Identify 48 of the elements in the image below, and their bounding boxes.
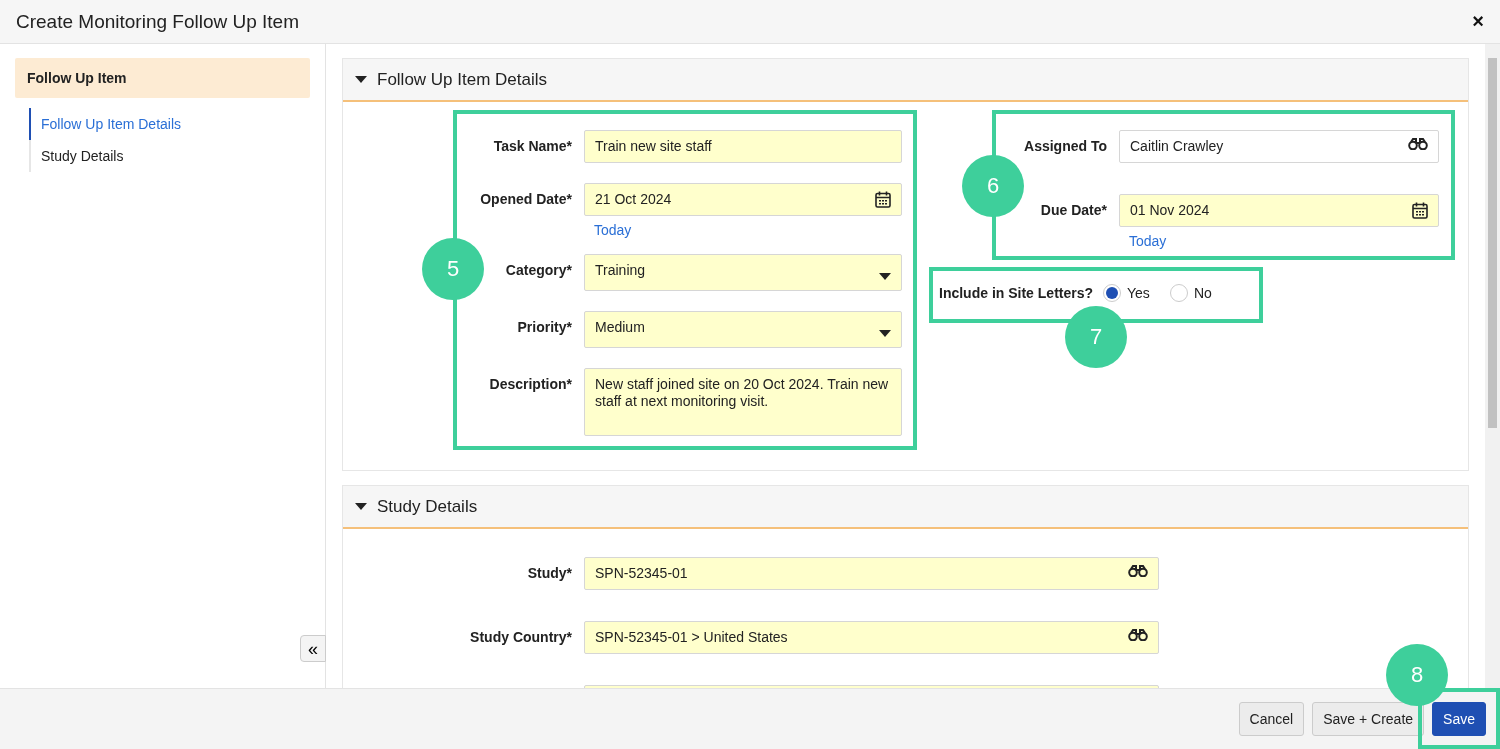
caret-icon xyxy=(879,273,891,280)
sidebar-heading: Follow Up Item xyxy=(15,58,310,98)
field-label: Study Country* xyxy=(470,629,572,645)
collapse-button[interactable]: « xyxy=(300,635,326,662)
calendar-icon[interactable] xyxy=(1412,202,1428,219)
input-field[interactable]: 21 Oct 2024 xyxy=(584,183,902,216)
input-field[interactable]: SPN-52345-01 > United States xyxy=(584,621,1159,654)
today-link[interactable]: Today xyxy=(594,222,902,238)
callout-number: 8 xyxy=(1386,644,1448,706)
binoculars-icon[interactable] xyxy=(1408,138,1428,150)
field-label: Opened Date* xyxy=(480,191,572,207)
today-link[interactable]: Today xyxy=(1129,233,1439,249)
radio-option[interactable]: No xyxy=(1169,284,1212,302)
input-field[interactable]: SPN-52345-01 xyxy=(584,557,1159,590)
dropdown[interactable]: Medium xyxy=(584,311,902,348)
input-field[interactable]: 01 Nov 2024 xyxy=(1119,194,1439,227)
binoculars-icon[interactable] xyxy=(1128,629,1148,641)
field-label: Task Name* xyxy=(493,138,572,154)
callout-number: 5 xyxy=(422,238,484,300)
callout-number: 7 xyxy=(1065,306,1127,368)
window-title: Create Monitoring Follow Up Item xyxy=(16,10,299,33)
scrollbar[interactable] xyxy=(1485,44,1500,688)
section-header[interactable]: Study Details xyxy=(343,486,1468,529)
sidebar-item[interactable]: Study Details xyxy=(29,140,310,172)
footer-button[interactable]: Cancel xyxy=(1238,702,1305,736)
section-title: Follow Up Item Details xyxy=(377,69,548,90)
calendar-icon[interactable] xyxy=(875,191,891,208)
radio-option[interactable]: Yes xyxy=(1103,284,1150,302)
field-label: Category* xyxy=(505,262,572,278)
input-field[interactable]: Caitlin Crawley xyxy=(1119,130,1439,163)
save-button[interactable]: Save xyxy=(1432,702,1486,736)
callout-number: 6 xyxy=(962,155,1024,217)
field-label: Assigned To xyxy=(1024,138,1107,154)
description-field[interactable]: New staff joined site on 20 Oct 2024. Train new staff at next monitoring visit. xyxy=(584,368,902,436)
field-label: Description* xyxy=(489,376,572,392)
section-title: Study Details xyxy=(377,496,478,517)
close-button[interactable]: × xyxy=(1472,10,1484,33)
field-label: Study* xyxy=(527,565,572,581)
section-header[interactable]: Follow Up Item Details xyxy=(343,59,1468,102)
field-label: Priority* xyxy=(517,319,572,335)
dropdown[interactable]: Training xyxy=(584,254,902,291)
footer-button[interactable]: Save + Create xyxy=(1312,702,1425,736)
input-field[interactable]: Train new site staff xyxy=(584,130,902,163)
caret-icon xyxy=(879,330,891,337)
field-label: Due Date* xyxy=(1040,202,1107,218)
radio-label: Include in Site Letters? xyxy=(939,285,1094,301)
binoculars-icon[interactable] xyxy=(1128,565,1148,577)
sidebar-item[interactable]: Follow Up Item Details xyxy=(29,108,310,140)
